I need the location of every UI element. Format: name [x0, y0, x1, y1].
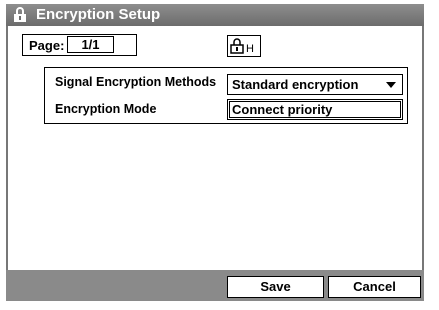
encryption-mode-value: Connect priority	[232, 102, 333, 117]
chevron-down-icon[interactable]	[386, 82, 396, 88]
encryption-indicator-text: H	[246, 43, 254, 55]
page-indicator: Page: 1/1	[22, 34, 137, 56]
encryption-mode-label: Encryption Mode	[55, 102, 157, 116]
lock-h-icon: H	[227, 35, 261, 57]
window-title: Encryption Setup	[36, 6, 161, 23]
footer-bar: Save Cancel	[6, 270, 424, 301]
signal-encryption-methods-select[interactable]: Standard encryption	[227, 74, 403, 95]
page-value: 1/1	[67, 36, 114, 53]
lock-icon	[14, 7, 26, 22]
page-label: Page:	[29, 38, 65, 53]
signal-encryption-methods-value: Standard encryption	[232, 77, 359, 92]
encryption-setup-window: Encryption Setup Page: 1/1 H Signal Encr…	[0, 0, 439, 310]
signal-encryption-methods-label: Signal Encryption Methods	[55, 75, 217, 89]
title-bar: Encryption Setup	[6, 4, 424, 26]
cancel-button[interactable]: Cancel	[328, 276, 421, 298]
encryption-mode-field[interactable]: Connect priority	[227, 99, 403, 120]
save-button[interactable]: Save	[227, 276, 324, 298]
settings-table: Signal Encryption Methods Standard encry…	[44, 67, 408, 124]
